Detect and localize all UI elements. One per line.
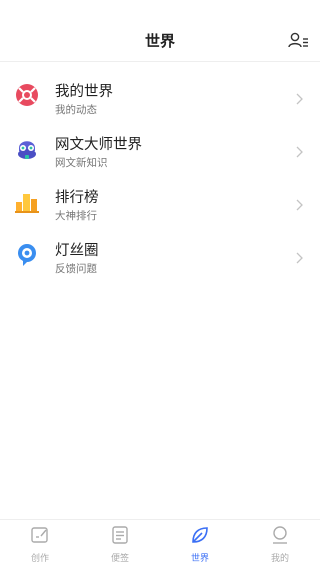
chevron-right-icon	[296, 143, 304, 158]
chevron-right-icon	[296, 90, 304, 105]
tab-label: 我的	[270, 554, 289, 564]
chevron-right-icon	[296, 249, 304, 264]
tab-label: 世界	[190, 554, 209, 564]
write-icon	[31, 527, 48, 543]
chevron-right-icon	[296, 196, 304, 211]
mascot-icon	[14, 135, 40, 161]
item-subtitle: 大神排行	[55, 210, 97, 222]
item-title: 灯丝圈	[55, 243, 99, 259]
profile-icon	[273, 526, 287, 544]
bottom-tab-bar: 创作 便签 世界 我的	[0, 519, 320, 569]
tab-label: 创作	[30, 554, 49, 564]
user-list-icon[interactable]	[288, 31, 310, 51]
item-title: 排行榜	[55, 190, 99, 206]
page-title: 世界	[144, 32, 175, 50]
tab-create[interactable]: 创作	[0, 520, 80, 570]
list-item-ranking[interactable]: 排行榜 大神排行	[0, 176, 320, 229]
note-icon	[112, 526, 128, 544]
item-subtitle: 反馈问题	[55, 263, 97, 275]
item-title: 网文大师世界	[55, 137, 142, 153]
list-item-my-world[interactable]: 我的世界 我的动态	[0, 70, 320, 123]
tab-label: 便签	[110, 554, 129, 564]
tab-mine[interactable]: 我的	[240, 520, 320, 570]
item-subtitle: 我的动态	[55, 104, 97, 116]
ranking-bars-icon	[14, 188, 40, 214]
tab-world[interactable]: 世界	[160, 520, 240, 570]
top-bar: 世界	[0, 0, 320, 62]
chat-bubble-icon	[14, 241, 40, 267]
tab-notes[interactable]: 便签	[80, 520, 160, 570]
list-item-filament-circle[interactable]: 灯丝圈 反馈问题	[0, 229, 320, 282]
lifebuoy-icon	[14, 82, 40, 108]
leaf-icon	[192, 527, 208, 543]
list-item-master-world[interactable]: 网文大师世界 网文新知识	[0, 123, 320, 176]
world-list: 我的世界 我的动态 网文大师世界 网文新知识 排行榜 大神排行 灯丝圈 反馈问题	[0, 70, 320, 282]
item-subtitle: 网文新知识	[55, 157, 108, 169]
item-title: 我的世界	[55, 84, 113, 100]
